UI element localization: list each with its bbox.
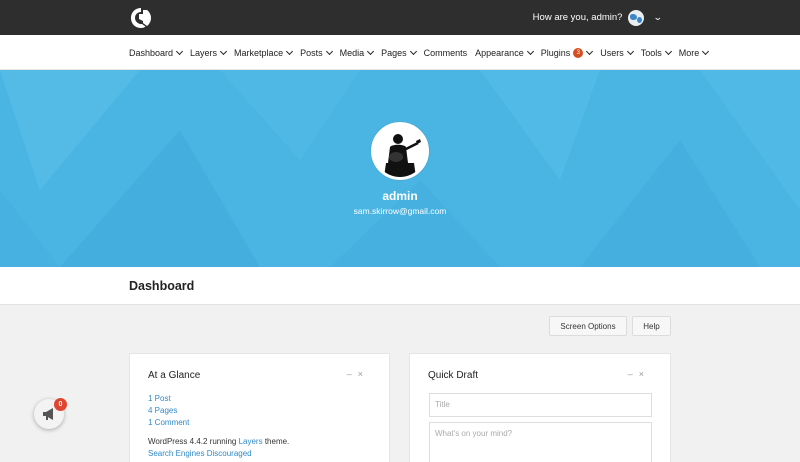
menu-item-label: Posts — [300, 47, 323, 58]
menu-item-label: Appearance — [475, 47, 524, 58]
pages-count-link[interactable]: 4 Pages — [148, 406, 177, 415]
main-menu-bar: Dashboard Layers Marketplace Posts Media Page… — [0, 35, 800, 70]
chevron-down-icon — [702, 47, 710, 55]
layers-logo[interactable] — [130, 7, 152, 29]
draft-content-textarea[interactable]: What's on your mind? — [429, 422, 652, 462]
close-icon[interactable]: × — [639, 369, 650, 379]
menu-item-label: Media — [339, 47, 365, 58]
screen-options-button[interactable]: Screen Options — [549, 316, 627, 336]
chevron-down-icon — [286, 47, 294, 55]
menu-item-media[interactable]: Media — [339, 47, 375, 58]
menu-item-appearance[interactable]: Appearance — [475, 47, 534, 58]
profile-email: sam.skirrow@gmail.com — [353, 206, 447, 216]
menu-item-comments[interactable]: Comments — [424, 48, 468, 58]
chevron-down-icon — [175, 47, 184, 55]
main-menu: Dashboard Layers Marketplace Posts Media Page… — [129, 35, 716, 70]
theme-link[interactable]: Layers — [239, 437, 263, 446]
profile-name: admin — [382, 189, 418, 203]
panel-title: Quick Draft — [428, 370, 479, 381]
panel-title: At a Glance — [148, 370, 201, 381]
chevron-down-icon — [664, 47, 672, 55]
chevron-down-icon — [626, 47, 634, 55]
megaphone-icon — [43, 408, 53, 420]
menu-item-label: More — [678, 47, 700, 58]
quick-draft-panel: Quick Draft –× Title What's on your mind… — [409, 353, 671, 462]
chevron-down-icon — [526, 47, 534, 55]
menu-item-marketplace[interactable]: Marketplace — [234, 47, 294, 58]
collapse-icon[interactable]: – — [347, 369, 358, 379]
chevron-down-icon — [409, 47, 417, 55]
menu-item-label: Layers — [190, 47, 218, 58]
profile-hero: admin sam.skirrow@gmail.com — [0, 70, 800, 267]
chevron-down-icon — [325, 47, 333, 55]
menu-item-users[interactable]: Users — [600, 47, 634, 58]
posts-count-link[interactable]: 1 Post — [148, 394, 171, 403]
panel-controls: –× — [628, 369, 650, 379]
draft-title-input[interactable]: Title — [429, 393, 652, 417]
page-title: Dashboard — [129, 279, 195, 293]
version-suffix: theme. — [262, 437, 290, 446]
globe-icon — [628, 9, 645, 26]
menu-item-layers[interactable]: Layers — [190, 47, 228, 58]
menu-item-posts[interactable]: Posts — [300, 47, 333, 58]
menu-item-more[interactable]: More — [678, 47, 710, 58]
version-text: WordPress 4.4.2 running Layers theme. — [148, 437, 289, 446]
menu-item-dashboard[interactable]: Dashboard — [129, 47, 184, 58]
menu-item-plugins[interactable]: Plugins 3 — [540, 47, 594, 58]
menu-item-label: Plugins — [540, 47, 571, 58]
avatar[interactable] — [371, 122, 429, 180]
menu-item-label: Comments — [423, 47, 468, 58]
menu-item-label: Marketplace — [234, 47, 284, 58]
panel-controls: –× — [347, 369, 369, 379]
collapse-icon[interactable]: – — [628, 369, 639, 379]
chevron-down-icon — [367, 47, 375, 55]
guitarist-avatar-image — [374, 125, 426, 177]
help-button[interactable]: Help — [632, 316, 671, 336]
menu-item-label: Dashboard — [129, 47, 174, 58]
menu-item-label: Tools — [640, 47, 662, 58]
version-prefix: WordPress 4.4.2 running — [148, 437, 239, 446]
update-count-badge: 3 — [573, 47, 584, 58]
menu-item-label: Pages — [381, 47, 407, 58]
menu-item-tools[interactable]: Tools — [640, 47, 672, 58]
page-title-bar: Dashboard — [0, 267, 800, 305]
close-icon[interactable]: × — [358, 369, 369, 379]
chevron-down-icon: ⌄ — [653, 12, 664, 22]
top-bar: How are you, admin? ⌄ — [0, 0, 800, 35]
chevron-down-icon — [220, 47, 228, 55]
notification-count-badge: 0 — [54, 398, 67, 411]
comments-count-link[interactable]: 1 Comment — [148, 418, 189, 427]
account-menu[interactable]: How are you, admin? ⌄ — [532, 0, 664, 35]
at-a-glance-panel: At a Glance –× 1 Post 4 Pages 1 Comment … — [129, 353, 390, 462]
chevron-down-icon — [586, 47, 594, 55]
menu-item-label: Users — [600, 47, 624, 58]
menu-item-pages[interactable]: Pages — [381, 47, 417, 58]
search-engines-discouraged-link[interactable]: Search Engines Discouraged — [148, 449, 252, 458]
greeting-text: How are you, admin? — [532, 12, 623, 23]
